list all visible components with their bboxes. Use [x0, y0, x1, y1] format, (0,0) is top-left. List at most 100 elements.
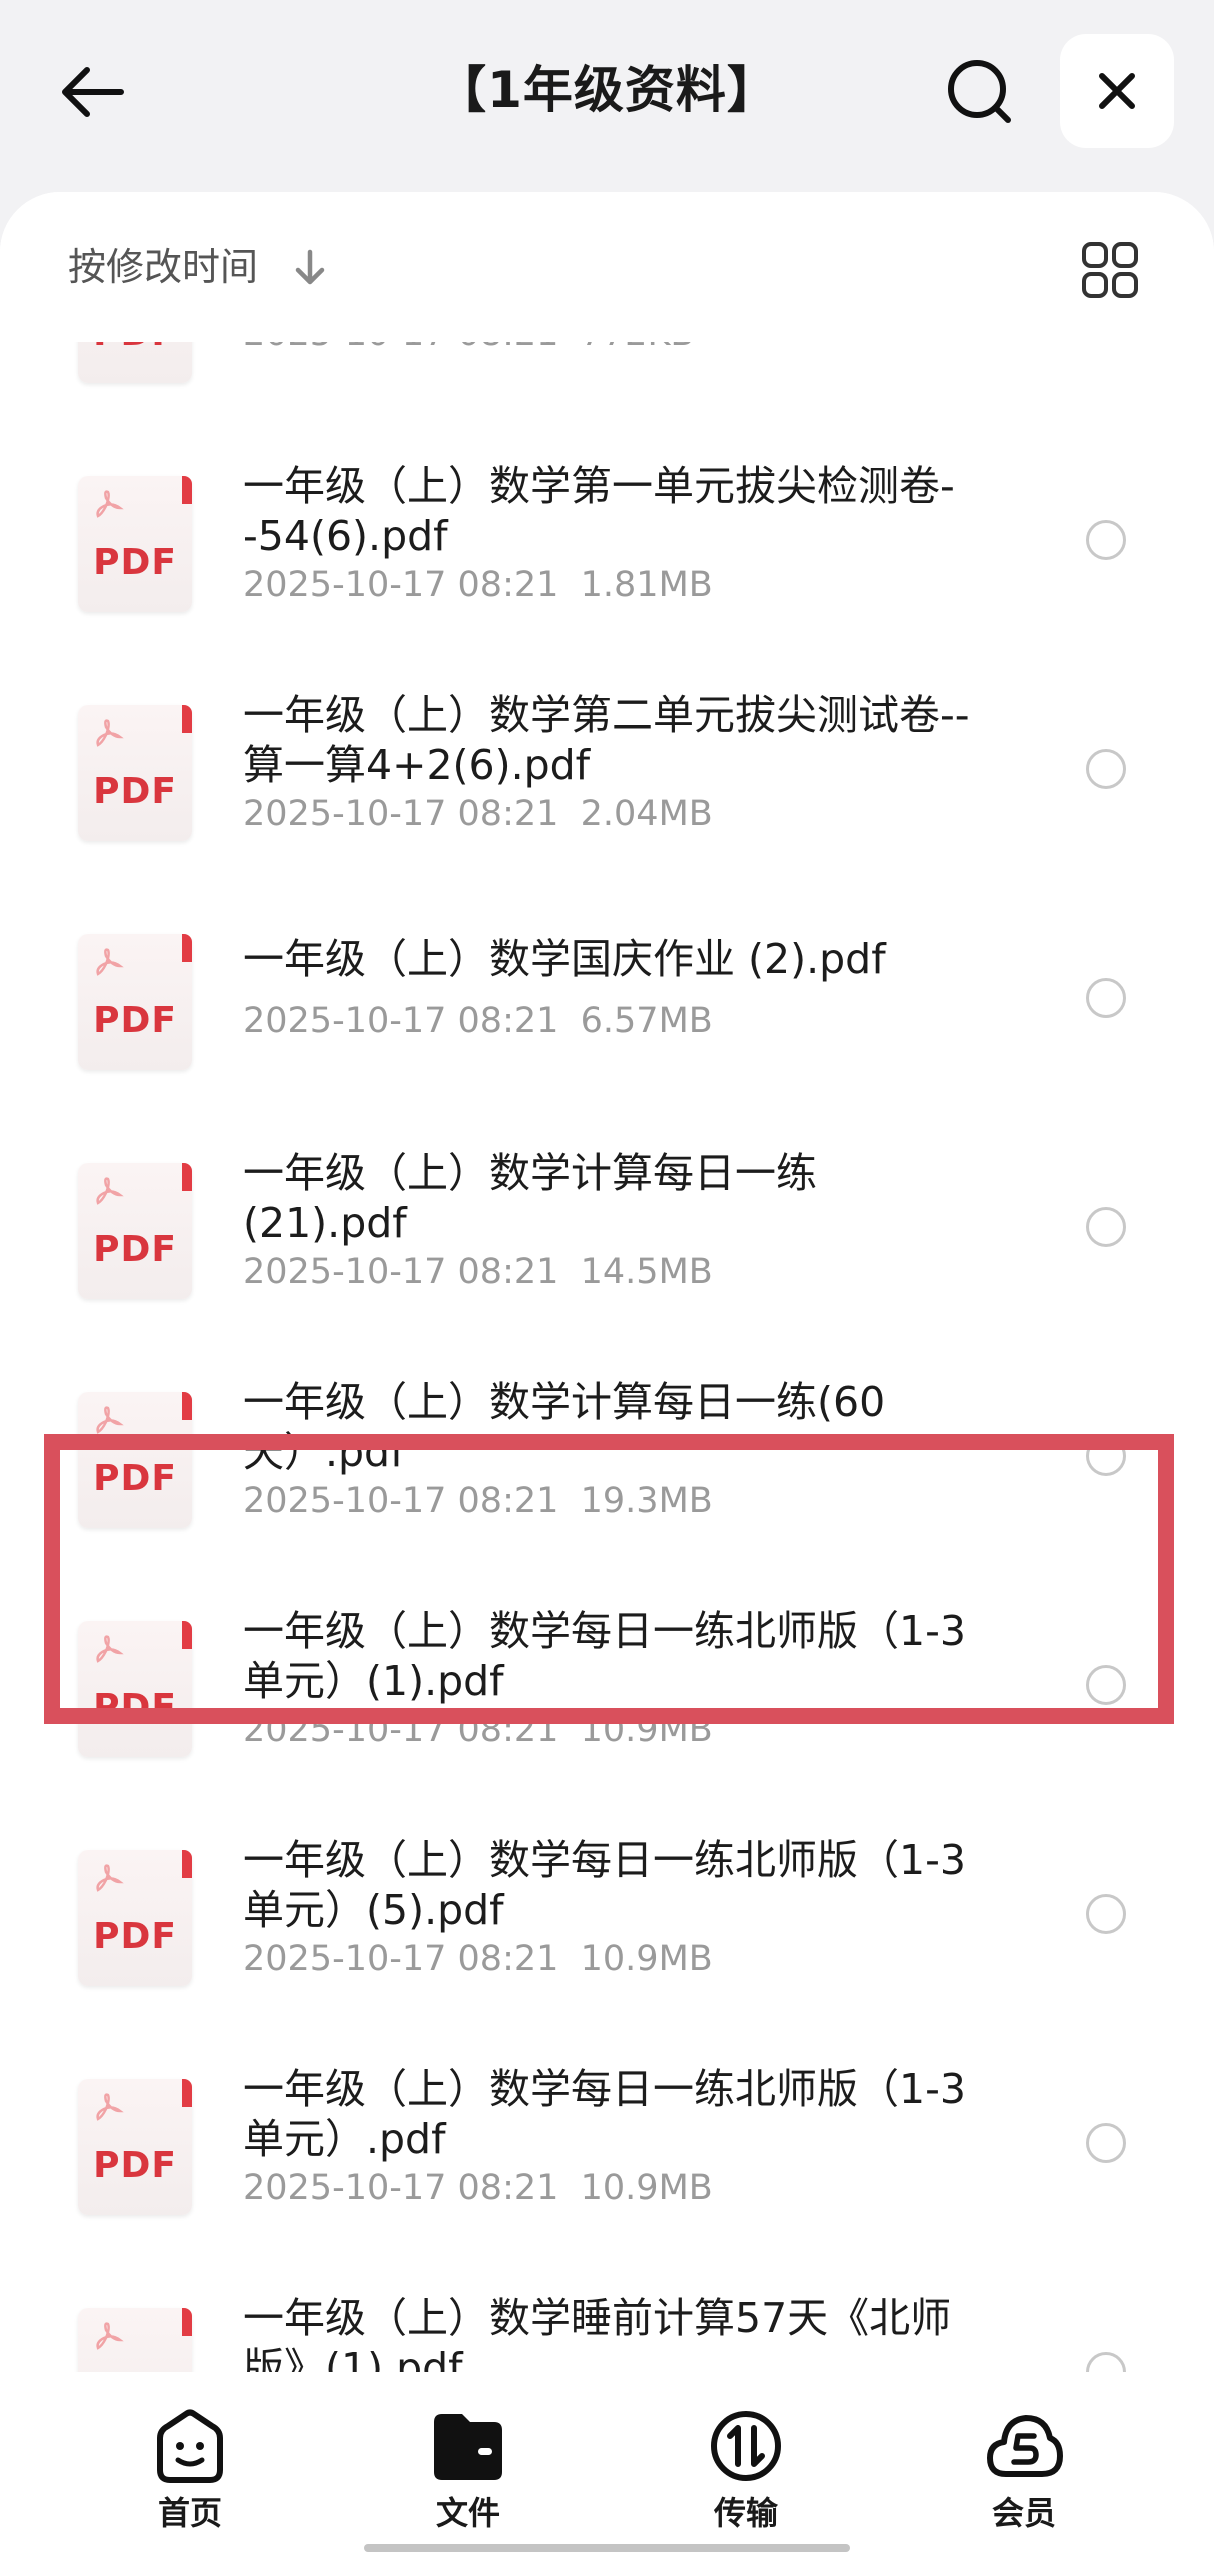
file-list-viewport: PDF 2025-10-17 08:21 772KB PDF 一年级（上）数学第一单元…: [0, 342, 1214, 2372]
pdf-label: PDF: [93, 771, 177, 812]
acrobat-icon: [96, 1864, 124, 1892]
file-name: 一年级（上）数学计算每日一练(21).pdf: [243, 1149, 817, 1247]
pdf-file-icon: PDF: [78, 2079, 192, 2215]
file-meta: 2025-10-17 08:21 19.3MB: [243, 1481, 713, 1521]
file-name: 一年级（上）数学计算每日一练(60天）.pdf: [243, 1378, 886, 1476]
close-icon: [1099, 73, 1135, 109]
acrobat-icon: [96, 2093, 124, 2121]
sort-by-modified-time-button[interactable]: 按修改时间: [68, 242, 258, 292]
nav-files-label: 文件: [435, 2494, 500, 2532]
file-meta: 2025-10-17 08:21 6.57MB: [243, 1001, 713, 1041]
acrobat-icon: [96, 1177, 124, 1205]
file-meta: 2025-10-17 08:21 14.5MB: [243, 1252, 713, 1292]
pdf-label: PDF: [93, 1687, 177, 1728]
pdf-file-icon: PDF: [78, 705, 192, 841]
file-list-panel: 按修改时间 PDF 2025-10-17 08:21 772KB PDF 一年级（上）…: [0, 192, 1214, 2372]
file-row[interactable]: PDF 一年级（上）数学第二单元拔尖测试卷--算一算4+2(6).pdf 2025-…: [0, 650, 1214, 879]
select-radio[interactable]: [1086, 1207, 1126, 1247]
select-radio[interactable]: [1086, 749, 1126, 789]
pdf-file-icon: PDF: [78, 1621, 192, 1757]
pdf-corner-mark: [182, 1392, 192, 1420]
file-meta: 2025-10-17 08:21 10.9MB: [243, 1939, 713, 1979]
pdf-label: PDF: [93, 1000, 177, 1041]
bottom-navigation: 首页 文件 传输 会员: [0, 2372, 1214, 2560]
select-radio[interactable]: [1086, 520, 1126, 560]
nav-transfer-label: 传输: [713, 2494, 778, 2532]
pdf-label: PDF: [93, 1229, 177, 1270]
file-name: 一年级（上）数学每日一练北师版（1-3单元）.pdf: [243, 2065, 966, 2163]
pdf-file-icon: PDF: [78, 1850, 192, 1986]
select-radio[interactable]: [1086, 2123, 1126, 2163]
grid-view-icon[interactable]: [1080, 240, 1140, 300]
acrobat-icon: [96, 1635, 124, 1663]
pdf-file-icon: PDF: [78, 934, 192, 1070]
search-button[interactable]: [940, 52, 1020, 132]
file-meta: 2025-10-17 08:21 10.9MB: [243, 1710, 713, 1750]
file-row[interactable]: PDF 2025-10-17 08:21 772KB: [0, 342, 1214, 421]
nav-transfer[interactable]: 传输: [666, 2408, 826, 2532]
pdf-label: PDF: [93, 1458, 177, 1499]
arrow-down-icon[interactable]: [290, 248, 330, 288]
file-row[interactable]: PDF 一年级（上）数学每日一练北师版（1-3单元）(1).pdf 2025-10-…: [0, 1566, 1214, 1795]
acrobat-icon: [96, 719, 124, 747]
pdf-file-icon: PDF: [78, 2308, 192, 2372]
pdf-corner-mark: [182, 2308, 192, 2336]
nav-home-label: 首页: [157, 2494, 222, 2532]
pdf-corner-mark: [182, 1850, 192, 1878]
pdf-corner-mark: [182, 1621, 192, 1649]
file-row[interactable]: PDF 一年级（上）数学计算每日一练(21).pdf 2025-10-17 08:2…: [0, 1108, 1214, 1337]
file-name: 一年级（上）数学睡前计算57天《北师版》(1).pdf: [243, 2294, 952, 2372]
pdf-label: PDF: [93, 1916, 177, 1957]
file-row[interactable]: PDF 一年级（上）数学每日一练北师版（1-3单元）.pdf 2025-10-17 …: [0, 2024, 1214, 2253]
acrobat-icon: [96, 1406, 124, 1434]
pdf-file-icon: PDF: [78, 1163, 192, 1299]
file-meta: 2025-10-17 08:21 772KB: [243, 342, 694, 356]
folder-icon: [434, 2414, 502, 2480]
pdf-label: PDF: [93, 2145, 177, 2186]
pdf-corner-mark: [182, 934, 192, 962]
top-bar: 【1年级资料】: [0, 0, 1214, 190]
sort-bar: 按修改时间: [0, 192, 1214, 342]
file-list: PDF 2025-10-17 08:21 772KB PDF 一年级（上）数学第一单元…: [0, 342, 1214, 2372]
close-button[interactable]: [1060, 34, 1174, 148]
acrobat-icon: [96, 948, 124, 976]
select-radio[interactable]: [1086, 1665, 1126, 1705]
file-name: 一年级（上）数学国庆作业 (2).pdf: [243, 935, 886, 983]
file-meta: 2025-10-17 08:21 10.9MB: [243, 2168, 713, 2208]
back-button[interactable]: [52, 52, 132, 132]
select-radio[interactable]: [1086, 978, 1126, 1018]
file-row[interactable]: PDF 一年级（上）数学每日一练北师版（1-3单元）(5).pdf 2025-10-…: [0, 1795, 1214, 2024]
nav-vip[interactable]: 会员: [944, 2408, 1104, 2532]
smiley-home-icon: [157, 2409, 223, 2483]
acrobat-icon: [96, 2322, 124, 2350]
select-radio[interactable]: [1086, 2352, 1126, 2372]
nav-home[interactable]: 首页: [110, 2408, 270, 2532]
file-name: 一年级（上）数学每日一练北师版（1-3单元）(5).pdf: [243, 1836, 966, 1934]
nav-files[interactable]: 文件: [388, 2408, 548, 2532]
file-row[interactable]: PDF 一年级（上）数学睡前计算57天《北师版》(1).pdf: [0, 2253, 1214, 2372]
file-row[interactable]: PDF 一年级（上）数学第一单元拔尖检测卷--54(6).pdf 2025-10-1…: [0, 421, 1214, 650]
file-row[interactable]: PDF 一年级（上）数学计算每日一练(60天）.pdf 2025-10-17 08:…: [0, 1337, 1214, 1566]
acrobat-icon: [96, 490, 124, 518]
home-indicator: [364, 2544, 850, 2552]
file-name: 一年级（上）数学每日一练北师版（1-3单元）(1).pdf: [243, 1607, 966, 1705]
search-icon: [948, 60, 1011, 123]
pdf-label: PDF: [78, 342, 192, 354]
file-name: 一年级（上）数学第二单元拔尖测试卷--算一算4+2(6).pdf: [243, 691, 970, 789]
file-name: 一年级（上）数学第一单元拔尖检测卷--54(6).pdf: [243, 462, 955, 560]
select-radio[interactable]: [1086, 1894, 1126, 1934]
nav-vip-label: 会员: [991, 2494, 1056, 2532]
transfer-icon: [711, 2411, 781, 2481]
pdf-file-icon: PDF: [78, 476, 192, 612]
pdf-label: PDF: [93, 542, 177, 583]
pdf-file-icon: PDF: [78, 342, 192, 383]
vip-cloud-icon: [987, 2415, 1063, 2477]
pdf-corner-mark: [182, 705, 192, 733]
file-meta: 2025-10-17 08:21 2.04MB: [243, 794, 713, 834]
file-row[interactable]: PDF 一年级（上）数学国庆作业 (2).pdf 2025-10-17 08:21 …: [0, 879, 1214, 1108]
pdf-corner-mark: [182, 476, 192, 504]
select-radio[interactable]: [1086, 1436, 1126, 1476]
page-title: 【1年级资料】: [436, 61, 778, 119]
pdf-corner-mark: [182, 2079, 192, 2107]
pdf-file-icon: PDF: [78, 1392, 192, 1528]
